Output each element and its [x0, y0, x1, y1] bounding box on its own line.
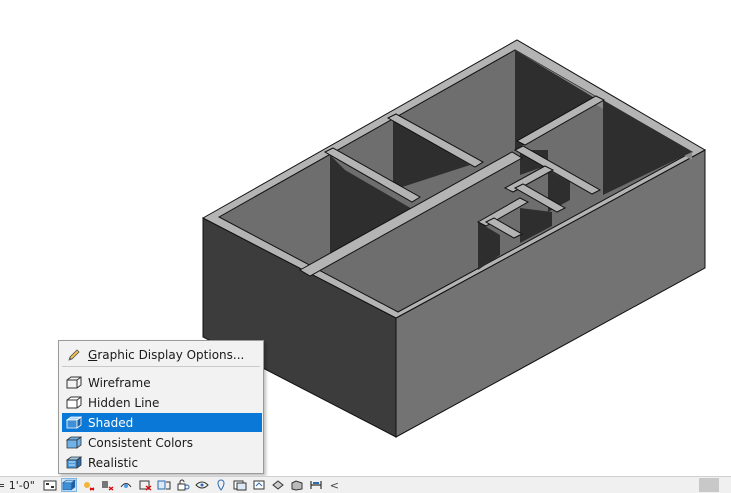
shaded-icon: [66, 416, 82, 430]
menu-item-realistic[interactable]: Realistic: [62, 453, 262, 472]
menu-item-label: Wireframe: [88, 375, 151, 390]
menu-item-label: Hidden Line: [88, 395, 160, 410]
show-crop-icon[interactable]: [157, 479, 171, 491]
menu-item-shaded[interactable]: Shaded: [62, 413, 262, 432]
overflow-chevron[interactable]: <: [330, 479, 339, 492]
show-rendering-icon[interactable]: [119, 479, 133, 491]
visual-style-icon[interactable]: [60, 478, 77, 492]
unlock-3d-icon[interactable]: [176, 479, 190, 491]
menu-item-hidden-line[interactable]: Hidden Line: [62, 393, 262, 412]
realistic-icon: [66, 456, 82, 470]
detail-level-icon[interactable]: [43, 479, 57, 491]
analytical-model-icon[interactable]: [290, 479, 304, 491]
menu-item-label: Realistic: [88, 455, 139, 470]
menu-accelerator: G: [88, 347, 98, 362]
horizontal-scrollbar-thumb[interactable]: [699, 478, 719, 492]
reveal-hidden-icon[interactable]: [214, 479, 228, 491]
hidden-line-icon: [66, 396, 82, 410]
pencil-icon: [66, 348, 82, 362]
consistent-colors-icon: [66, 436, 82, 450]
reveal-constraints-icon[interactable]: [271, 479, 285, 491]
crop-view-icon[interactable]: [138, 479, 152, 491]
highlight-displacement-icon[interactable]: [252, 479, 266, 491]
menu-item-label: Shaded: [88, 415, 134, 430]
shadows-icon[interactable]: [100, 479, 114, 491]
visual-style-menu: Graphic Display Options... Wireframe Hid…: [58, 340, 264, 474]
view-scale[interactable]: = 1'-0": [0, 479, 35, 492]
sun-path-icon[interactable]: [81, 479, 95, 491]
menu-item-wireframe[interactable]: Wireframe: [62, 373, 262, 392]
wireframe-icon: [66, 376, 82, 390]
temp-view-icon[interactable]: [309, 479, 323, 491]
menu-item-consistent-colors[interactable]: Consistent Colors: [62, 433, 262, 452]
worksharing-icon[interactable]: [233, 479, 247, 491]
menu-item-graphic-display-options[interactable]: Graphic Display Options...: [62, 345, 262, 364]
view-control-bar: = 1'-0" <: [0, 476, 731, 493]
menu-item-label: raphic Display Options...: [97, 347, 245, 362]
menu-item-label: Consistent Colors: [88, 435, 193, 450]
menu-separator: [62, 366, 260, 367]
temporary-hide-icon[interactable]: [195, 479, 209, 491]
